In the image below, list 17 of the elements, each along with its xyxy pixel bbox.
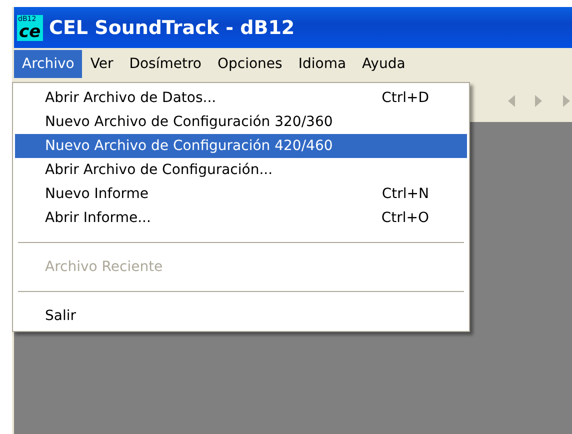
menu-bar-item[interactable]: Ver	[82, 50, 122, 78]
menu-item[interactable]: Abrir Archivo de Datos... Ctrl+D	[15, 86, 467, 110]
menu-item[interactable]: Nuevo Archivo de Configuración 320/360	[15, 110, 467, 134]
menu-bar-item[interactable]: Ayuda	[354, 50, 414, 78]
menu-item[interactable]: Abrir Informe... Ctrl+O	[15, 206, 467, 230]
window-title: CEL SoundTrack - dB12	[49, 16, 295, 38]
right-arrow-icon[interactable]	[562, 94, 572, 108]
menu-item[interactable]: Salir	[15, 304, 467, 328]
menu-bar-item[interactable]: Archivo	[14, 50, 82, 78]
menu-bar-item[interactable]: Opciones	[210, 50, 290, 78]
right-arrow-icon[interactable]	[534, 94, 544, 108]
menu-item[interactable]: Abrir Archivo de Configuración...	[15, 158, 467, 182]
menu-bar-item[interactable]: Dosímetro	[121, 50, 210, 78]
menu-item[interactable]: Nuevo Informe Ctrl+N	[15, 182, 467, 206]
menu-item[interactable]: Nuevo Archivo de Configuración 420/460	[15, 134, 467, 158]
menu-bar-item[interactable]: Idioma	[290, 50, 354, 78]
left-arrow-icon[interactable]	[506, 94, 516, 108]
